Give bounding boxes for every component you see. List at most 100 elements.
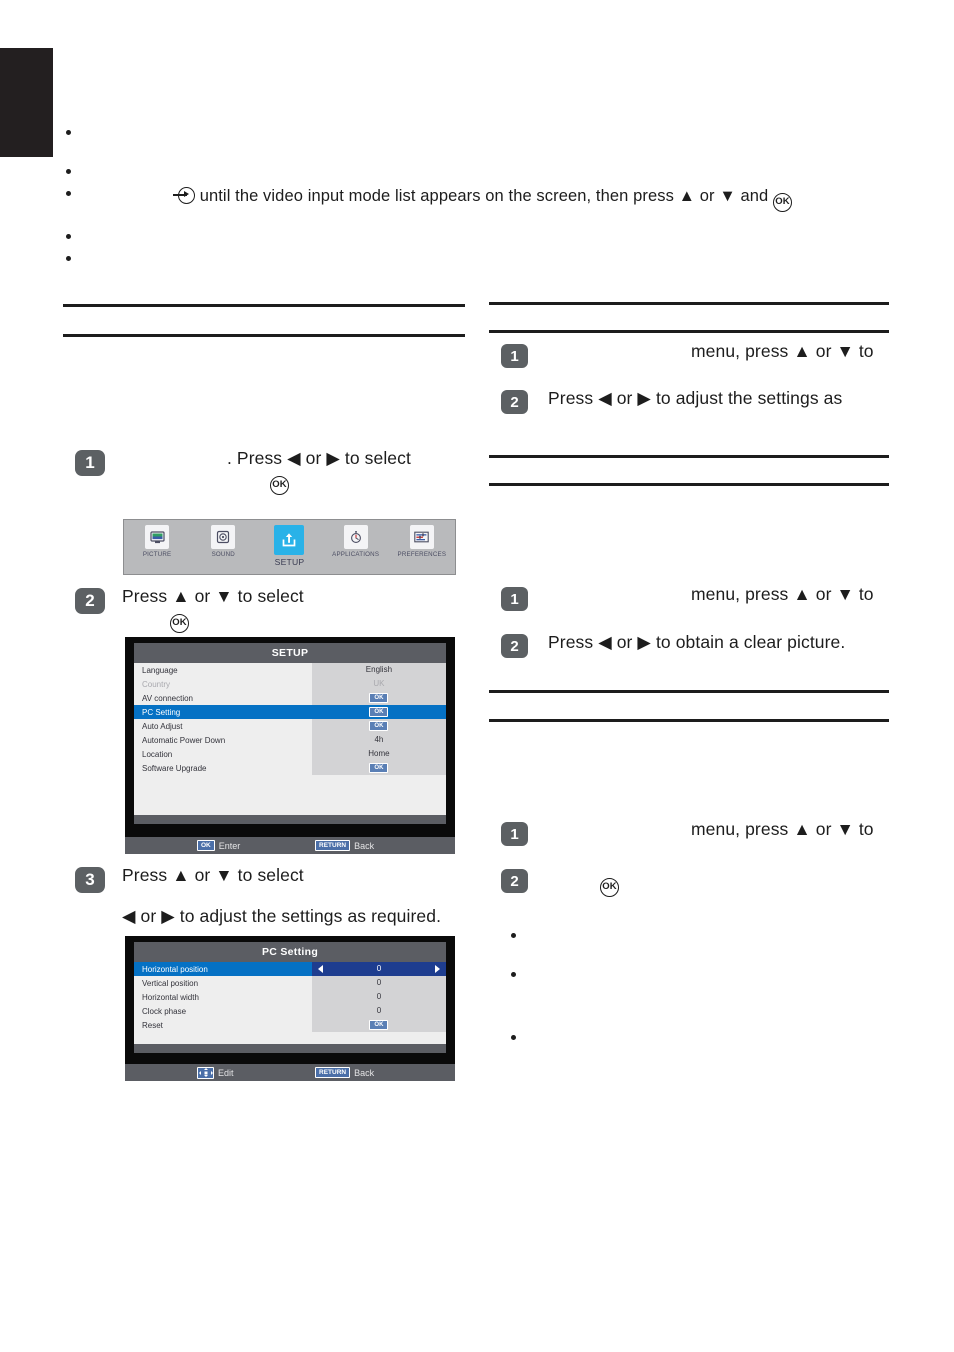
icon-bar-label-preferences: PREFERENCES	[397, 551, 447, 558]
row-label: Auto Adjust	[142, 721, 183, 731]
left-step-3-line1: Press ▲ or ▼ to select	[122, 865, 304, 885]
icon-bar-item-preferences[interactable]: PREFERENCES	[392, 525, 452, 558]
sliders-icon-svg	[414, 531, 430, 543]
row-label: Clock phase	[142, 1006, 187, 1016]
right-block2-step-2-text: Press ◀ or ▶ to obtain a clear picture.	[548, 632, 846, 652]
sliders-icon	[409, 525, 434, 549]
row-label: Horizontal width	[142, 992, 199, 1002]
dpad-icon	[197, 1066, 214, 1079]
right-bullet-2	[511, 972, 516, 977]
table-row[interactable]: Vertical position 0	[134, 976, 446, 990]
row-label: Vertical position	[142, 978, 199, 988]
table-row[interactable]: Clock phase 0	[134, 1004, 446, 1018]
right-block3-step-2-badge: 2	[501, 869, 528, 893]
row-label: Language	[142, 665, 178, 675]
pc-setting-osd-bottom-bar: Edit RETURN Back	[125, 1064, 455, 1081]
right-block3-step-1-text: menu, press ▲ or ▼ to	[691, 819, 874, 839]
pc-setting-osd-edit-group[interactable]: Edit	[197, 1066, 234, 1079]
ok-badge: OK	[369, 693, 389, 703]
row-value: OK	[311, 1018, 446, 1032]
table-row[interactable]: Auto Adjust OK	[134, 719, 446, 733]
right-rule-4	[489, 483, 889, 486]
top-bullet-4	[66, 234, 71, 239]
setup-osd-foot-strip	[134, 815, 446, 824]
right-block2-step-1-badge: 1	[501, 587, 528, 611]
table-row[interactable]: Reset OK	[134, 1018, 446, 1032]
ok-button-icon: OK	[270, 476, 289, 495]
arrow-left-icon[interactable]	[317, 965, 323, 973]
row-value: Home	[311, 747, 446, 761]
right-bullet-3	[511, 1035, 516, 1040]
row-value: OK	[311, 705, 446, 719]
speaker-icon	[211, 525, 236, 549]
dpad-down-arrow	[203, 1075, 208, 1077]
table-row[interactable]: Horizontal width 0	[134, 990, 446, 1004]
right-rule-1	[489, 302, 889, 305]
row-label: Country	[142, 679, 171, 689]
return-key-badge: RETURN	[315, 1067, 351, 1078]
setup-upload-icon	[274, 525, 305, 555]
row-value: UK	[311, 677, 446, 691]
pc-setting-osd-back-group[interactable]: RETURN Back	[315, 1067, 374, 1078]
page-corner-tab	[0, 48, 53, 157]
right-block2-step-1-text: menu, press ▲ or ▼ to	[691, 584, 874, 604]
table-row-selected[interactable]: PC Setting OK	[134, 705, 446, 719]
icon-bar-item-setup[interactable]: SETUP	[259, 525, 319, 567]
right-block2-step-2-badge: 2	[501, 634, 528, 658]
row-label: Software Upgrade	[142, 763, 207, 773]
left-step-3-line2: ◀ or ▶ to adjust the settings as require…	[122, 906, 442, 926]
left-step-1-line1: . Press ◀ or ▶ to select	[227, 448, 411, 468]
table-row[interactable]: Location Home	[134, 747, 446, 761]
setup-osd-enter-group[interactable]: OK Enter	[197, 840, 240, 851]
pc-setting-osd-edit-label: Edit	[218, 1067, 234, 1078]
left-step-3-badge: 3	[75, 867, 105, 893]
row-label: Reset	[142, 1020, 163, 1030]
setup-osd-panel[interactable]: SETUP Language English Country UK AV con…	[125, 637, 455, 854]
row-value: OK	[311, 691, 446, 705]
row-label: Automatic Power Down	[142, 735, 226, 745]
right-block1-step-2-text: Press ◀ or ▶ to adjust the settings as	[548, 388, 843, 408]
row-label: Horizontal position	[142, 964, 208, 974]
ok-button-icon: OK	[772, 193, 792, 212]
arrow-right-icon[interactable]	[435, 965, 440, 973]
left-step-1-badge: 1	[75, 450, 105, 476]
row-value: 0	[376, 964, 382, 973]
monitor-icon	[145, 525, 170, 549]
right-bullet-1	[511, 933, 516, 938]
icon-bar-label-setup: SETUP	[274, 557, 305, 567]
speaker-icon-svg	[217, 530, 230, 544]
row-value: 4h	[311, 733, 446, 747]
row-label: PC Setting	[142, 707, 181, 717]
setup-osd-back-group[interactable]: RETURN Back	[315, 840, 374, 851]
setup-osd-rows: Language English Country UK AV connectio…	[134, 663, 446, 815]
table-row[interactable]: Software Upgrade OK	[134, 761, 446, 775]
right-rule-3	[489, 455, 889, 458]
ok-button-icon: OK	[170, 614, 189, 633]
row-label: AV connection	[142, 693, 193, 703]
table-row[interactable]: Language English	[134, 663, 446, 677]
right-block1-step-1-badge: 1	[501, 344, 528, 368]
icon-bar-label-sound: SOUND	[211, 551, 235, 558]
dpad-right-arrow	[210, 1070, 213, 1075]
icon-bar-item-applications[interactable]: APPLICATIONS	[326, 525, 386, 558]
right-rule-2	[489, 330, 889, 333]
table-row[interactable]: Automatic Power Down 4h	[134, 733, 446, 747]
top-bullet-5	[66, 256, 71, 261]
monitor-icon-svg	[149, 530, 165, 543]
icon-bar-item-sound[interactable]: SOUND	[193, 525, 253, 558]
table-row-selected[interactable]: Horizontal position 0	[134, 962, 446, 976]
setup-osd-enter-label: Enter	[218, 840, 241, 851]
ok-key-badge: OK	[197, 840, 215, 851]
row-label: Location	[142, 749, 173, 759]
pc-setting-osd-panel[interactable]: PC Setting Horizontal position 0 Vertica…	[125, 936, 455, 1081]
row-value: OK	[311, 719, 446, 733]
row-value-spinner[interactable]: 0	[311, 962, 446, 976]
left-step-2-badge: 2	[75, 588, 105, 614]
icon-bar-item-picture[interactable]: PICTURE	[127, 525, 187, 558]
row-value: 0	[311, 976, 446, 990]
table-row[interactable]: AV connection OK	[134, 691, 446, 705]
stopwatch-icon	[343, 525, 368, 549]
osd-icon-bar[interactable]: PICTURE SOUND SETUP APPLICATIONS PREFERE…	[123, 519, 456, 575]
row-value: 0	[311, 1004, 446, 1018]
row-value: English	[311, 663, 446, 677]
